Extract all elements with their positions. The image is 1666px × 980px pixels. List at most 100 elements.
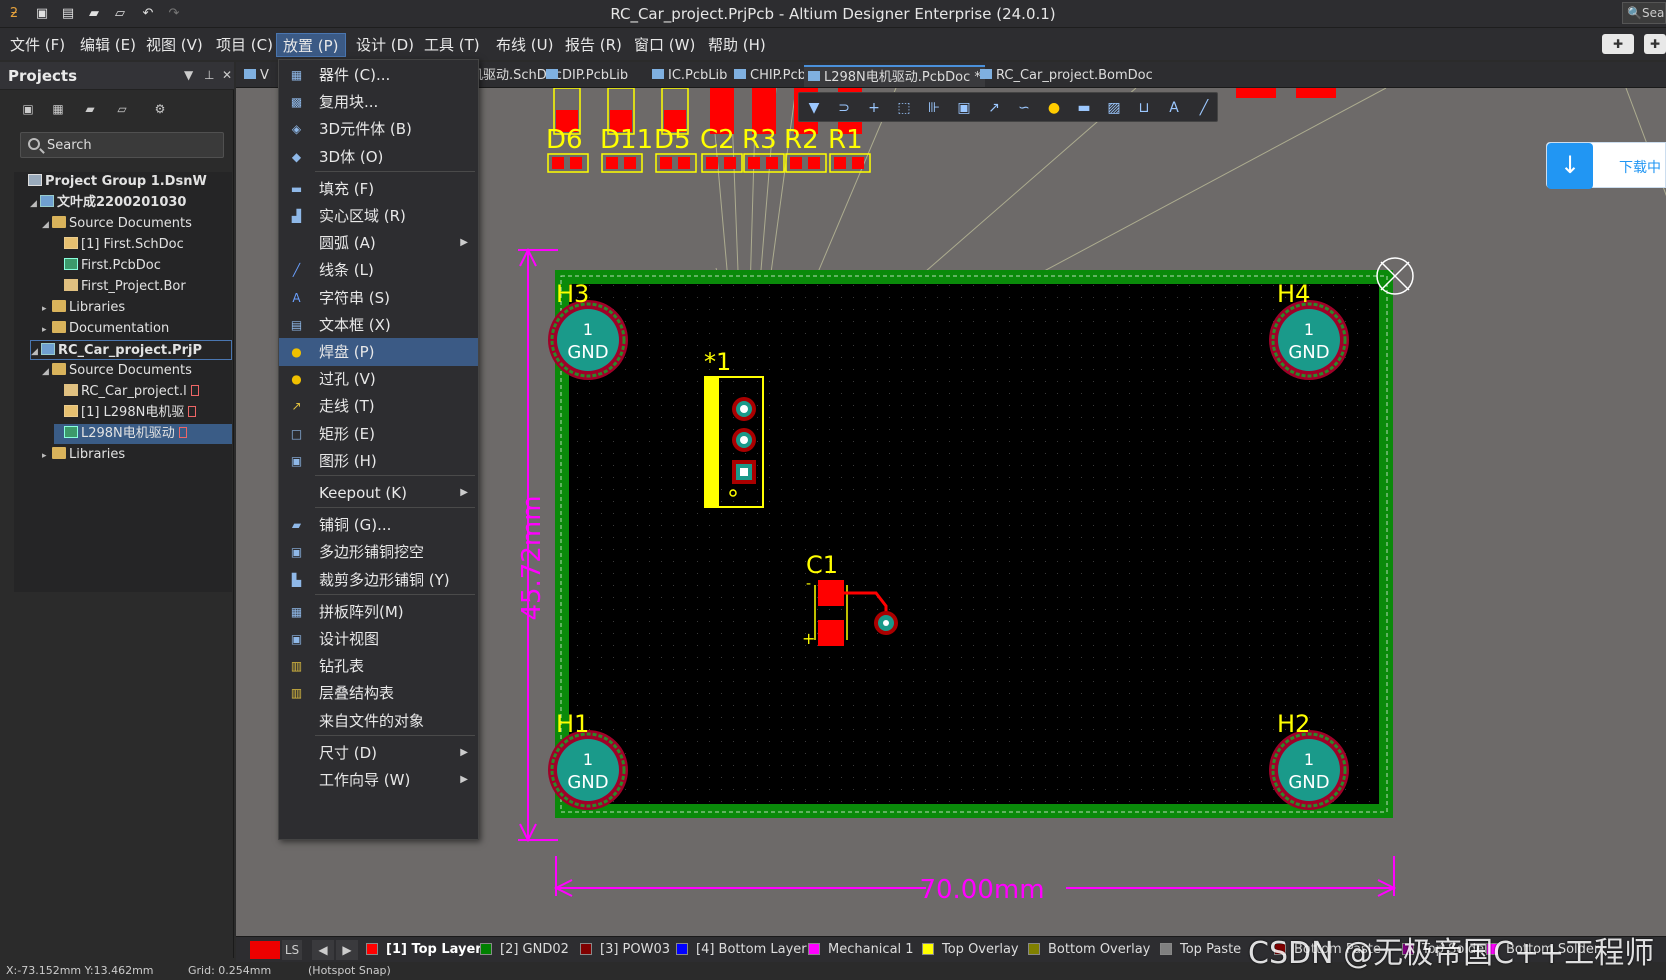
current-layer-color[interactable] (250, 941, 280, 959)
menu-7[interactable]: 布线 (U) (490, 33, 559, 57)
undo-icon[interactable]: ↶ (140, 6, 156, 22)
global-search-box[interactable]: 🔍Sea (1622, 2, 1666, 24)
doc-tab[interactable]: V (240, 65, 273, 87)
collapsed-arrow-icon[interactable]: ▸ (42, 446, 52, 465)
place-menu-item[interactable]: 圆弧 (A) ▶ (279, 229, 478, 257)
layer-tab[interactable]: Top Paste (1160, 941, 1241, 959)
place-menu-item[interactable]: ▣ 图形 (H) (279, 447, 478, 475)
expanded-arrow-icon[interactable]: ◢ (42, 215, 52, 234)
keepout-icon[interactable]: ▨ (1105, 99, 1123, 117)
expanded-arrow-icon[interactable]: ◢ (31, 342, 41, 359)
settings-gear-icon[interactable]: ⚙ (152, 102, 168, 116)
menu-0[interactable]: 文件 (F) (4, 33, 71, 57)
line-icon[interactable]: ╱ (1195, 99, 1213, 117)
projects-search[interactable] (20, 132, 224, 158)
menu-10[interactable]: 帮助 (H) (702, 33, 772, 57)
place-menu-item[interactable]: ▥ 层叠结构表 (279, 679, 478, 707)
place-menu-item[interactable]: ▣ 设计视图 (279, 625, 478, 653)
redo-icon[interactable]: ↷ (166, 6, 182, 22)
notifications-button[interactable]: ✚ (1602, 34, 1634, 54)
tree-item[interactable]: Project Group 1.DsnW (18, 172, 232, 192)
place-menu-item[interactable]: ● 过孔 (V) (279, 365, 478, 393)
save-icon[interactable]: ▣ (34, 6, 50, 22)
place-menu-item[interactable]: ▰ 铺铜 (G)... (279, 511, 478, 539)
tree-item[interactable]: L298N电机驱动 (54, 424, 232, 444)
tree-item[interactable]: ◢ Source Documents (42, 214, 232, 234)
layer-tab[interactable]: Mechanical 1 (808, 941, 914, 959)
place-menu-item[interactable]: ◆ 3D体 (O) (279, 143, 478, 171)
place-menu-item[interactable]: ▦ 拼板阵列(M) (279, 598, 478, 626)
place-menu-item[interactable]: ╱ 线条 (L) (279, 256, 478, 284)
doc-tab[interactable]: RC_Car_project.BomDoc (976, 65, 1157, 87)
collapsed-arrow-icon[interactable]: ▸ (42, 299, 52, 318)
tree-item[interactable]: RC_Car_project.l (54, 382, 232, 402)
layer-tab[interactable]: [3] POW03 (580, 941, 670, 959)
layer-tab[interactable]: [2] GND02 (480, 941, 569, 959)
open-project-icon[interactable]: ▱ (112, 6, 128, 22)
project-options-icon[interactable]: ▰ (82, 102, 98, 116)
place-menu-item[interactable]: ▦ 器件 (C)... (279, 61, 478, 89)
tree-item[interactable]: First_Project.Bor (54, 277, 232, 297)
place-menu-item[interactable]: ▙ 裁剪多边形铺铜 (Y) (279, 566, 478, 594)
menu-2[interactable]: 视图 (V) (140, 33, 209, 57)
place-menu-item[interactable]: □ 矩形 (E) (279, 420, 478, 448)
place-menu-item[interactable]: ▟ 实心区域 (R) (279, 202, 478, 230)
polygon-icon[interactable]: ▬ (1075, 99, 1093, 117)
tree-item[interactable]: ◢ Source Documents (42, 361, 232, 381)
align-icon[interactable]: ⊪ (925, 99, 943, 117)
place-menu-item[interactable]: 尺寸 (D) ▶ (279, 739, 478, 767)
place-menu-item[interactable]: ▥ 钻孔表 (279, 652, 478, 680)
doc-tab[interactable]: DIP.PcbLib (542, 65, 632, 87)
expanded-arrow-icon[interactable]: ◢ (30, 194, 40, 213)
close-panel-icon[interactable]: ✕ (222, 68, 232, 82)
layer-tab[interactable]: Top Overlay (922, 941, 1019, 959)
dimension-icon[interactable]: ⊔ (1135, 99, 1153, 117)
place-menu-item[interactable]: ◈ 3D元件体 (B) (279, 115, 478, 143)
place-menu-item[interactable]: ▣ 多边形铺铜挖空 (279, 538, 478, 566)
tree-item[interactable]: First.PcbDoc (54, 256, 232, 276)
place-menu-item[interactable]: Keepout (K) ▶ (279, 479, 478, 507)
place-menu-item[interactable]: ● 焊盘 (P) (279, 338, 478, 366)
layer-tab[interactable]: [1] Top Layer (366, 941, 482, 959)
collapsed-arrow-icon[interactable]: ▸ (42, 320, 52, 339)
route-icon[interactable]: ⊃ (835, 99, 853, 117)
menu-5[interactable]: 设计 (D) (350, 33, 420, 57)
compile-icon[interactable]: ▦ (50, 102, 66, 116)
download-badge[interactable]: ↓ 下载中 (1546, 142, 1666, 189)
interactive-route-icon[interactable]: ↗ (985, 99, 1003, 117)
place-menu-item[interactable]: 来自文件的对象 (279, 707, 478, 735)
prev-layer-button[interactable]: ◀ (312, 940, 334, 960)
component-icon[interactable]: ▣ (955, 99, 973, 117)
tree-item[interactable]: ◢ RC_Car_project.PrjP (30, 340, 232, 360)
tree-item[interactable]: ◢ 文叶成2200201030 (30, 193, 232, 213)
tree-item[interactable]: [1] First.SchDoc (54, 235, 232, 255)
projects-search-input[interactable] (47, 136, 217, 154)
place-menu-item[interactable]: A 字符串 (S) (279, 284, 478, 312)
menu-9[interactable]: 窗口 (W) (628, 33, 701, 57)
expanded-arrow-icon[interactable]: ◢ (42, 362, 52, 381)
select-rect-icon[interactable]: ⬚ (895, 99, 913, 117)
menu-8[interactable]: 报告 (R) (559, 33, 628, 57)
diff-pair-icon[interactable]: ∽ (1015, 99, 1033, 117)
doc-tab[interactable]: L298N电机驱动.PcbDoc * (804, 65, 985, 87)
save-project-icon[interactable]: ▣ (20, 102, 36, 116)
place-menu-item[interactable]: 工作向导 (W) ▶ (279, 766, 478, 794)
cross-icon[interactable]: + (865, 99, 883, 117)
doc-tab[interactable]: IC.PcbLib (648, 65, 731, 87)
menu-4[interactable]: 放置 (P) (276, 33, 346, 57)
tree-item[interactable]: ▸ Libraries (42, 298, 232, 318)
menu-1[interactable]: 编辑 (E) (74, 33, 142, 57)
panel-menu-icon[interactable]: ▼ (184, 68, 193, 82)
tree-item[interactable]: [1] L298N电机驱 (54, 403, 232, 423)
tree-item[interactable]: ▸ Libraries (42, 445, 232, 465)
add-document-icon[interactable]: ▱ (114, 102, 130, 116)
layer-set-button[interactable]: LS (282, 940, 302, 960)
next-layer-button[interactable]: ▶ (336, 940, 358, 960)
filter-icon[interactable]: ▼ (805, 99, 823, 117)
place-menu-item[interactable]: ▩ 复用块... (279, 88, 478, 116)
via-icon[interactable]: ● (1045, 99, 1063, 117)
menu-6[interactable]: 工具 (T) (418, 33, 486, 57)
tree-item[interactable]: ▸ Documentation (42, 319, 232, 339)
pin-icon[interactable]: ⊥ (204, 68, 214, 82)
text-icon[interactable]: A (1165, 99, 1183, 117)
